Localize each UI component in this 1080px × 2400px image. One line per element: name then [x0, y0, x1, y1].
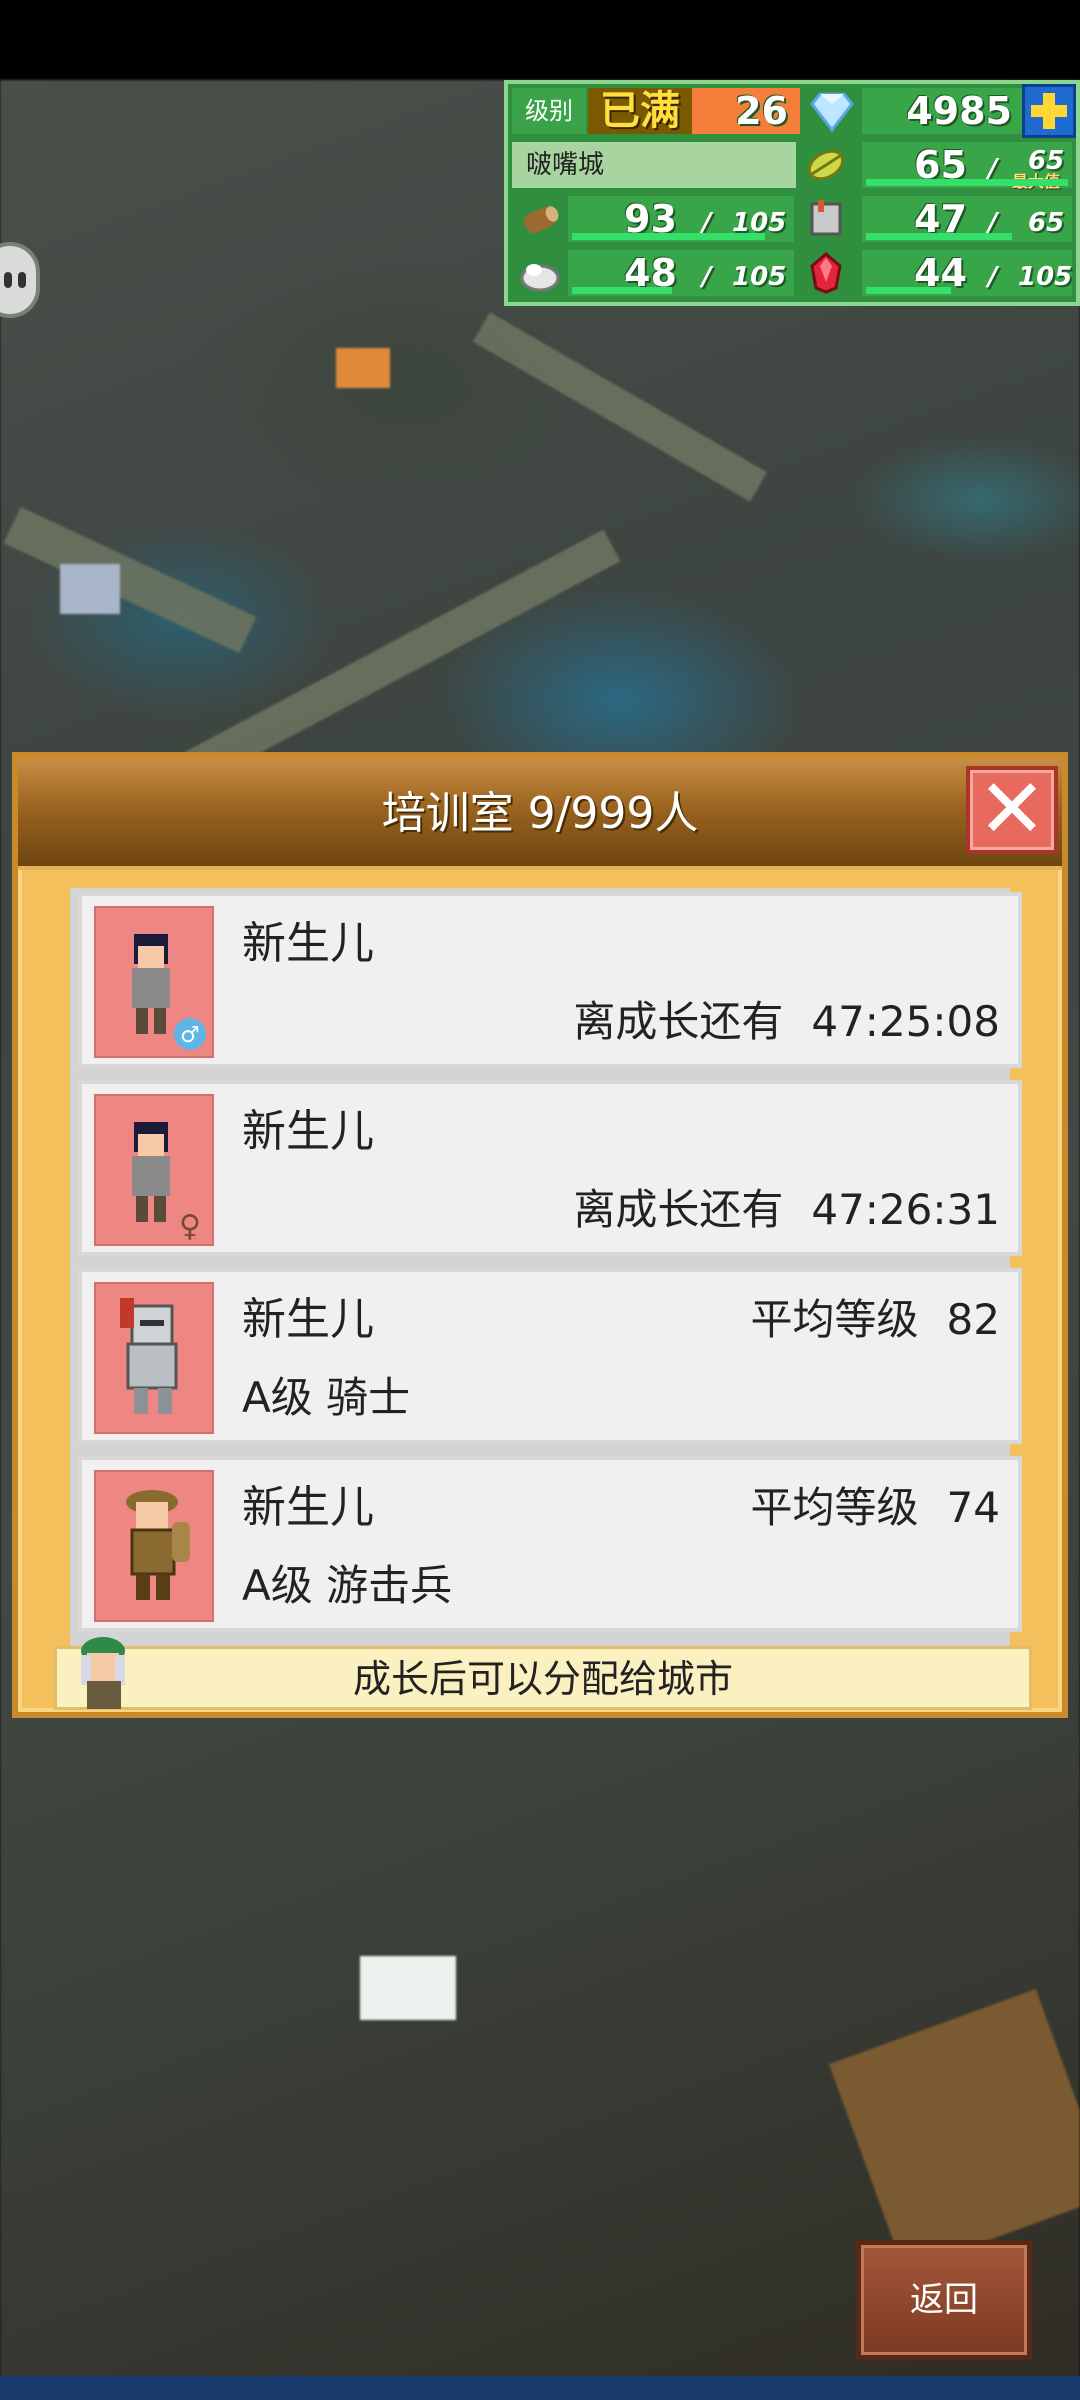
buy-gems-button[interactable]: [1022, 84, 1076, 138]
bottom-edge-bar: [0, 2376, 1080, 2400]
map-road: [472, 312, 768, 502]
ranger-sprite-icon: [126, 1490, 190, 1600]
trainee-card[interactable]: 新生儿 平均等级 74 A级 游击兵: [78, 1456, 1022, 1632]
food-bar: [866, 179, 1068, 186]
red-crystal-icon: [804, 252, 848, 294]
crystal-max: 105: [1018, 262, 1073, 292]
level-value-box: 26: [692, 88, 800, 134]
trainee-portrait: [94, 1282, 214, 1434]
ore-bar: [572, 287, 672, 294]
status-bar: [0, 0, 1080, 80]
panel-title: 培训室 9/999人: [381, 788, 699, 839]
close-button[interactable]: ✕: [966, 766, 1058, 854]
weapon-bar: [866, 233, 1012, 240]
svg-text:♀: ♀: [179, 1209, 201, 1244]
growth-countdown: 离成长还有 47:26:31: [573, 1185, 1000, 1234]
map-building[interactable]: [336, 348, 390, 388]
trainee-portrait: [94, 1470, 214, 1622]
boy-sprite-icon: ♂: [132, 934, 206, 1050]
ore-icon: [518, 252, 562, 294]
trainee-portrait: ♂: [94, 906, 214, 1058]
gem-count: 4985: [906, 89, 1012, 133]
hint-bar: 成长后可以分配给城市: [54, 1637, 1032, 1710]
average-level: 平均等级 82: [750, 1295, 1000, 1344]
trainee-class: A级 骑士: [242, 1373, 411, 1422]
food-icon: [804, 144, 848, 186]
panel-header: 培训室 9/999人 ✕: [18, 758, 1062, 870]
back-button-label: 返回: [910, 2280, 978, 2320]
trainee-card[interactable]: ♂ 新生儿 离成长还有 47:25:08: [78, 892, 1022, 1068]
weapon-max: 65: [1028, 208, 1065, 238]
growth-countdown: 离成长还有 47:25:08: [573, 997, 1000, 1046]
map-road: [3, 506, 257, 654]
trainee-name: 新生儿: [242, 1106, 374, 1157]
map-road: [179, 529, 621, 787]
knight-sprite-icon: [120, 1298, 178, 1414]
back-button[interactable]: 返回: [856, 2240, 1032, 2360]
plus-icon: [1031, 93, 1067, 129]
hint-text: 成长后可以分配给城市: [352, 1657, 733, 1701]
trainee-class: A级 游击兵: [242, 1561, 453, 1610]
wood-bar: [572, 233, 765, 240]
weapon-icon: [804, 198, 848, 240]
diamond-icon: [810, 90, 854, 133]
resource-hud: 级别 已满 26 4985 啵嘴城 65 / 65 最大值: [504, 80, 1080, 306]
crystal-bar: [866, 287, 951, 294]
level-label: 级别: [512, 88, 586, 134]
level-maxed-badge: 已满: [588, 88, 692, 134]
boy-sprite-icon: ♀: [132, 1122, 201, 1244]
city-name: 啵嘴城: [512, 142, 796, 188]
ore-max: 105: [732, 262, 787, 292]
close-icon: ✕: [977, 762, 1047, 857]
trainee-card[interactable]: ♀ 新生儿 离成长还有 47:26:31: [78, 1080, 1022, 1256]
svg-text:♂: ♂: [180, 1023, 200, 1048]
wood-log-icon: [518, 198, 562, 240]
trainee-card[interactable]: 新生儿 平均等级 82 A级 骑士: [78, 1268, 1022, 1444]
trainee-name: 新生儿: [242, 918, 374, 969]
map-sign[interactable]: [360, 1956, 456, 2020]
map-building[interactable]: [829, 1989, 1080, 2271]
trainee-name: 新生儿: [242, 1294, 374, 1345]
level-value: 26: [735, 89, 788, 133]
training-room-panel: 培训室 9/999人 ✕ ♂ 新生儿 离成长还有 47:25:08 ♀ 新生儿 …: [12, 752, 1068, 1718]
trainee-name: 新生儿: [242, 1482, 374, 1533]
trainee-portrait: ♀: [94, 1094, 214, 1246]
average-level: 平均等级 74: [750, 1483, 1000, 1532]
map-building[interactable]: [60, 564, 120, 614]
